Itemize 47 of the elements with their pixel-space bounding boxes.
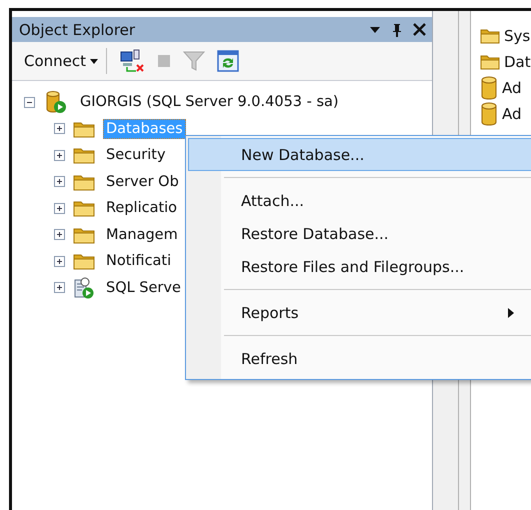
list-item[interactable]: Sys xyxy=(504,27,530,45)
connect-button[interactable]: Connect xyxy=(22,50,100,72)
tree-item[interactable]: Notificati xyxy=(103,251,174,272)
tree-item[interactable]: Server Ob xyxy=(103,172,182,192)
dropdown-icon[interactable] xyxy=(369,26,381,34)
folder-icon xyxy=(73,120,95,138)
database-icon xyxy=(480,76,498,100)
database-icon xyxy=(480,102,498,126)
expand-icon[interactable] xyxy=(54,123,65,134)
expand-icon[interactable] xyxy=(54,202,65,214)
agent-icon xyxy=(73,276,95,299)
folder-icon xyxy=(73,252,95,270)
expand-icon[interactable] xyxy=(54,256,65,267)
tree-item[interactable]: Managem xyxy=(103,224,181,245)
caret-icon xyxy=(90,58,98,64)
expand-icon[interactable] xyxy=(54,229,65,240)
collapse-icon[interactable] xyxy=(24,96,35,108)
folder-icon xyxy=(480,54,500,70)
stop-icon xyxy=(157,54,172,68)
filter-icon xyxy=(183,51,206,71)
expand-icon[interactable] xyxy=(54,282,65,294)
folder-icon xyxy=(73,199,95,218)
panel-title: Object Explorer xyxy=(19,20,136,38)
menu-item[interactable]: Restore Database... xyxy=(188,217,531,250)
menu-item[interactable]: Restore Files and Filegroups... xyxy=(188,250,531,283)
folder-icon xyxy=(73,172,95,191)
menu-item[interactable]: Attach... xyxy=(188,184,531,217)
list-item[interactable]: Ad xyxy=(502,79,522,97)
expand-icon[interactable] xyxy=(54,150,65,161)
tree-item[interactable]: Replicatio xyxy=(103,198,180,218)
menu-item[interactable]: Refresh xyxy=(188,342,531,375)
folder-icon xyxy=(73,226,95,244)
menu-item[interactable]: Reports xyxy=(188,296,531,329)
folder-icon xyxy=(480,28,500,44)
menu-item[interactable]: New Database... xyxy=(188,138,531,171)
tree-item[interactable]: SQL Serve xyxy=(103,278,184,298)
server-icon xyxy=(45,90,67,114)
tree-item[interactable]: Security xyxy=(103,145,169,166)
close-icon[interactable] xyxy=(413,23,426,36)
expand-icon[interactable] xyxy=(54,176,65,188)
pin-icon[interactable] xyxy=(391,22,403,36)
refresh-icon[interactable] xyxy=(217,50,240,72)
tree-item[interactable]: GIORGIS (SQL Server 9.0.4053 - sa) xyxy=(77,92,342,112)
list-item[interactable]: Ad xyxy=(502,105,522,123)
disconnect-icon[interactable] xyxy=(119,49,146,73)
list-item[interactable]: Dat xyxy=(504,53,531,71)
folder-icon xyxy=(73,146,95,164)
